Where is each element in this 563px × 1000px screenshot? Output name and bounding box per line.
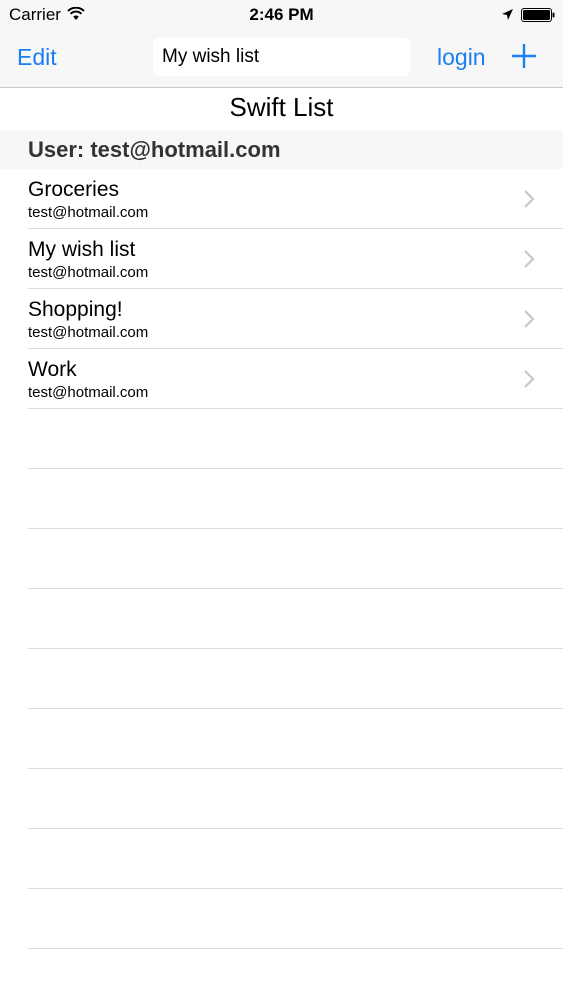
empty-row <box>0 589 563 649</box>
navigation-bar: Edit login <box>0 30 563 87</box>
battery-icon <box>521 8 555 22</box>
chevron-right-icon <box>524 190 535 208</box>
top-bar: Carrier 2:46 PM Edit login <box>0 0 563 88</box>
page-title: Swift List <box>229 92 334 122</box>
empty-row <box>0 649 563 709</box>
list-row-title: My wish list <box>28 238 136 261</box>
empty-row <box>0 469 563 529</box>
location-icon <box>502 9 513 20</box>
section-header: User: test@hotmail.com <box>0 130 563 169</box>
app-screen: Carrier 2:46 PM Edit login <box>0 0 563 1000</box>
list-name-input[interactable] <box>153 38 410 76</box>
status-bar: Carrier 2:46 PM <box>0 0 563 30</box>
status-time: 2:46 PM <box>249 5 314 24</box>
list-row-owner: test@hotmail.com <box>28 384 149 401</box>
empty-row <box>0 769 563 829</box>
chevron-right-icon <box>524 310 535 328</box>
empty-row <box>0 529 563 589</box>
list-row-work[interactable]: Work test@hotmail.com <box>0 349 563 409</box>
edit-button[interactable]: Edit <box>17 44 57 71</box>
add-button[interactable] <box>510 42 538 70</box>
list-row-title: Shopping! <box>28 298 123 321</box>
empty-row <box>0 709 563 769</box>
section-header-label: User: test@hotmail.com <box>28 137 281 162</box>
chevron-right-icon <box>524 250 535 268</box>
empty-row <box>0 829 563 889</box>
list-row-owner: test@hotmail.com <box>28 204 149 221</box>
chevron-right-icon <box>524 370 535 388</box>
list-row-owner: test@hotmail.com <box>28 324 149 341</box>
lists-table: Groceries test@hotmail.com My wish list … <box>0 169 563 949</box>
login-button[interactable]: login <box>437 44 486 71</box>
list-row-groceries[interactable]: Groceries test@hotmail.com <box>0 169 563 229</box>
list-row-title: Work <box>28 358 77 381</box>
plus-icon <box>512 44 536 68</box>
empty-row <box>0 409 563 469</box>
list-row-my-wish-list[interactable]: My wish list test@hotmail.com <box>0 229 563 289</box>
list-row-shopping[interactable]: Shopping! test@hotmail.com <box>0 289 563 349</box>
empty-row <box>0 889 563 949</box>
list-row-owner: test@hotmail.com <box>28 264 149 281</box>
list-row-title: Groceries <box>28 178 120 201</box>
